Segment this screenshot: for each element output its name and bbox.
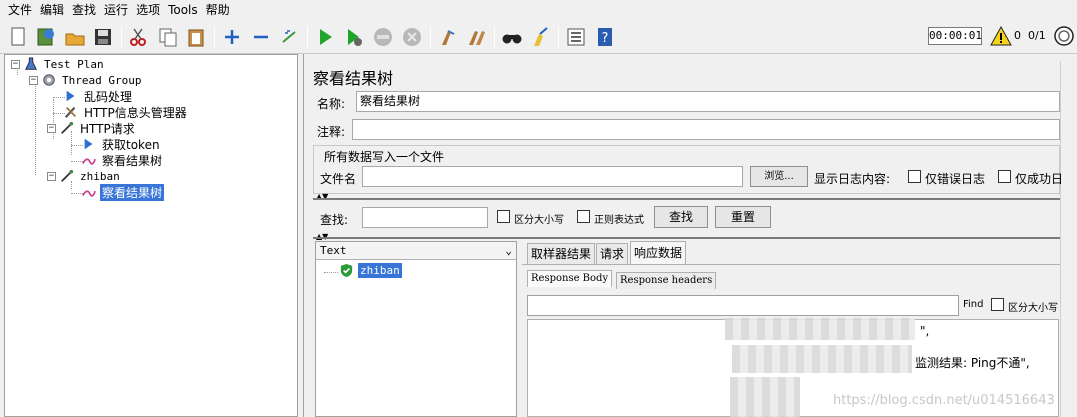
paste-icon[interactable] [184, 25, 208, 49]
templates-icon[interactable] [34, 25, 58, 49]
right-scrollbar[interactable] [1060, 61, 1077, 417]
start-icon[interactable] [313, 25, 337, 49]
remote-status-icon[interactable] [1053, 25, 1075, 47]
browse-button[interactable]: 浏览... [750, 166, 808, 187]
errors-only-label: 仅错误日志 [925, 172, 986, 186]
file-section-title: 所有数据写入一个文件 [324, 150, 445, 164]
warning-icon[interactable] [990, 25, 1012, 47]
test-plan-tree[interactable]: − Test Plan − Thread Group 乱码处理 HTTP信息头管… [4, 54, 298, 417]
menu-search[interactable]: 查找 [68, 0, 100, 20]
body-case-label: 区分大小写 [1008, 303, 1058, 314]
tree-item-http-request[interactable]: − HTTP请求 [47, 120, 137, 136]
reset-search-icon[interactable] [529, 25, 553, 49]
collapse-icon[interactable] [249, 25, 273, 49]
name-field[interactable]: 察看结果树 [356, 91, 1060, 112]
tab-sampler-result[interactable]: 取样器结果 [527, 243, 596, 264]
splitter-2[interactable] [313, 237, 1060, 239]
open-icon[interactable] [63, 25, 87, 49]
tree-item-header-manager[interactable]: HTTP信息头管理器 [63, 104, 189, 120]
stop-icon[interactable] [371, 25, 395, 49]
pipette-icon [59, 120, 75, 136]
expand-icon[interactable] [220, 25, 244, 49]
tree-item-get-token[interactable]: 获取token [81, 136, 162, 152]
listener-chart-icon [81, 184, 97, 200]
menu-edit[interactable]: 编辑 [36, 0, 68, 20]
wrench-icon [63, 104, 79, 120]
toolbar: ? [0, 20, 1077, 54]
success-only-label: 仅成功日 [1015, 172, 1064, 186]
pipette-icon [59, 168, 75, 184]
body-line-1: ", [920, 324, 930, 338]
filename-field[interactable] [362, 166, 743, 187]
comment-field[interactable] [352, 119, 1060, 140]
gear-icon [41, 72, 57, 88]
tab-request[interactable]: 请求 [596, 243, 629, 264]
tab-response-data[interactable]: 响应数据 [630, 241, 687, 264]
reset-button[interactable]: 重置 [715, 206, 771, 228]
menu-run[interactable]: 运行 [100, 0, 132, 20]
name-label: 名称: [317, 97, 346, 111]
filename-label: 文件名 [320, 172, 357, 186]
svg-text:?: ? [602, 31, 609, 46]
tree-item-encoding-handler[interactable]: 乱码处理 [63, 88, 134, 104]
subtab-response-headers[interactable]: Response headers [616, 272, 717, 289]
regex-checkbox[interactable] [577, 210, 590, 223]
elapsed-timer: 00:00:01 [928, 27, 982, 45]
body-line-2: 监测结果: Ping不通", [915, 356, 1030, 370]
tree-item-zhiban[interactable]: − zhiban [47, 168, 122, 184]
flask-icon [23, 56, 39, 72]
menu-options[interactable]: 选项 [132, 0, 164, 20]
success-only-checkbox[interactable] [998, 170, 1011, 183]
listener-chart-icon [81, 152, 97, 168]
panel-title: 察看结果树 [313, 69, 394, 88]
case-sensitive-checkbox[interactable] [497, 210, 510, 223]
menu-tools[interactable]: Tools [164, 0, 202, 20]
preprocessor-arrow-icon [63, 88, 79, 104]
function-helper-icon[interactable] [564, 25, 588, 49]
success-shield-icon [339, 263, 355, 279]
clear-icon[interactable] [436, 25, 460, 49]
start-no-pause-icon[interactable] [342, 25, 366, 49]
case-sensitive-label: 区分大小写 [514, 215, 564, 226]
tree-item-view-results-2[interactable]: 察看结果树 [81, 183, 165, 201]
postprocessor-arrow-icon [81, 136, 97, 152]
clear-all-icon[interactable] [465, 25, 489, 49]
warning-count: 0 [1014, 29, 1021, 42]
sample-result-zhiban[interactable]: zhiban [358, 263, 402, 278]
find-button[interactable]: 查找 [654, 206, 708, 228]
renderer-value: Text [320, 244, 347, 257]
chevron-down-icon: ⌄ [505, 244, 512, 257]
subtab-response-body[interactable]: Response Body [527, 270, 613, 287]
menu-file[interactable]: 文件 [4, 0, 36, 20]
redacted-block [725, 318, 915, 340]
toggle-icon[interactable] [278, 25, 302, 49]
cut-icon[interactable] [126, 25, 150, 49]
copy-icon[interactable] [156, 25, 180, 49]
redacted-block [730, 377, 800, 417]
splitter[interactable] [313, 198, 1060, 200]
tree-item-thread-group[interactable]: − Thread Group [29, 72, 143, 88]
renderer-select[interactable]: Text ⌄ [316, 242, 516, 260]
tree-item-view-results-1[interactable]: 察看结果树 [81, 152, 164, 168]
tree-item-test-plan[interactable]: − Test Plan [11, 56, 106, 72]
new-icon[interactable] [6, 25, 30, 49]
help-icon[interactable]: ? [593, 25, 617, 49]
search-input[interactable] [362, 207, 488, 228]
comment-label: 注释: [317, 125, 346, 139]
shutdown-icon[interactable] [400, 25, 424, 49]
log-content-label: 显示日志内容: [814, 172, 891, 186]
watermark: https://blog.csdn.net/u014516643 [833, 393, 1055, 408]
menu-help[interactable]: 帮助 [202, 0, 234, 20]
regex-label: 正则表达式 [594, 215, 644, 226]
body-find-input[interactable] [527, 295, 959, 316]
save-icon[interactable] [91, 25, 115, 49]
search-icon[interactable] [500, 25, 524, 49]
body-find-label: Find [963, 299, 984, 310]
redacted-block [732, 345, 912, 373]
errors-only-checkbox[interactable] [908, 170, 921, 183]
body-case-checkbox[interactable] [991, 298, 1004, 311]
search-label: 查找: [320, 213, 349, 227]
thread-count: 0/1 [1028, 29, 1046, 42]
menu-bar: 文件 编辑 查找 运行 选项 Tools 帮助 [0, 0, 1077, 20]
